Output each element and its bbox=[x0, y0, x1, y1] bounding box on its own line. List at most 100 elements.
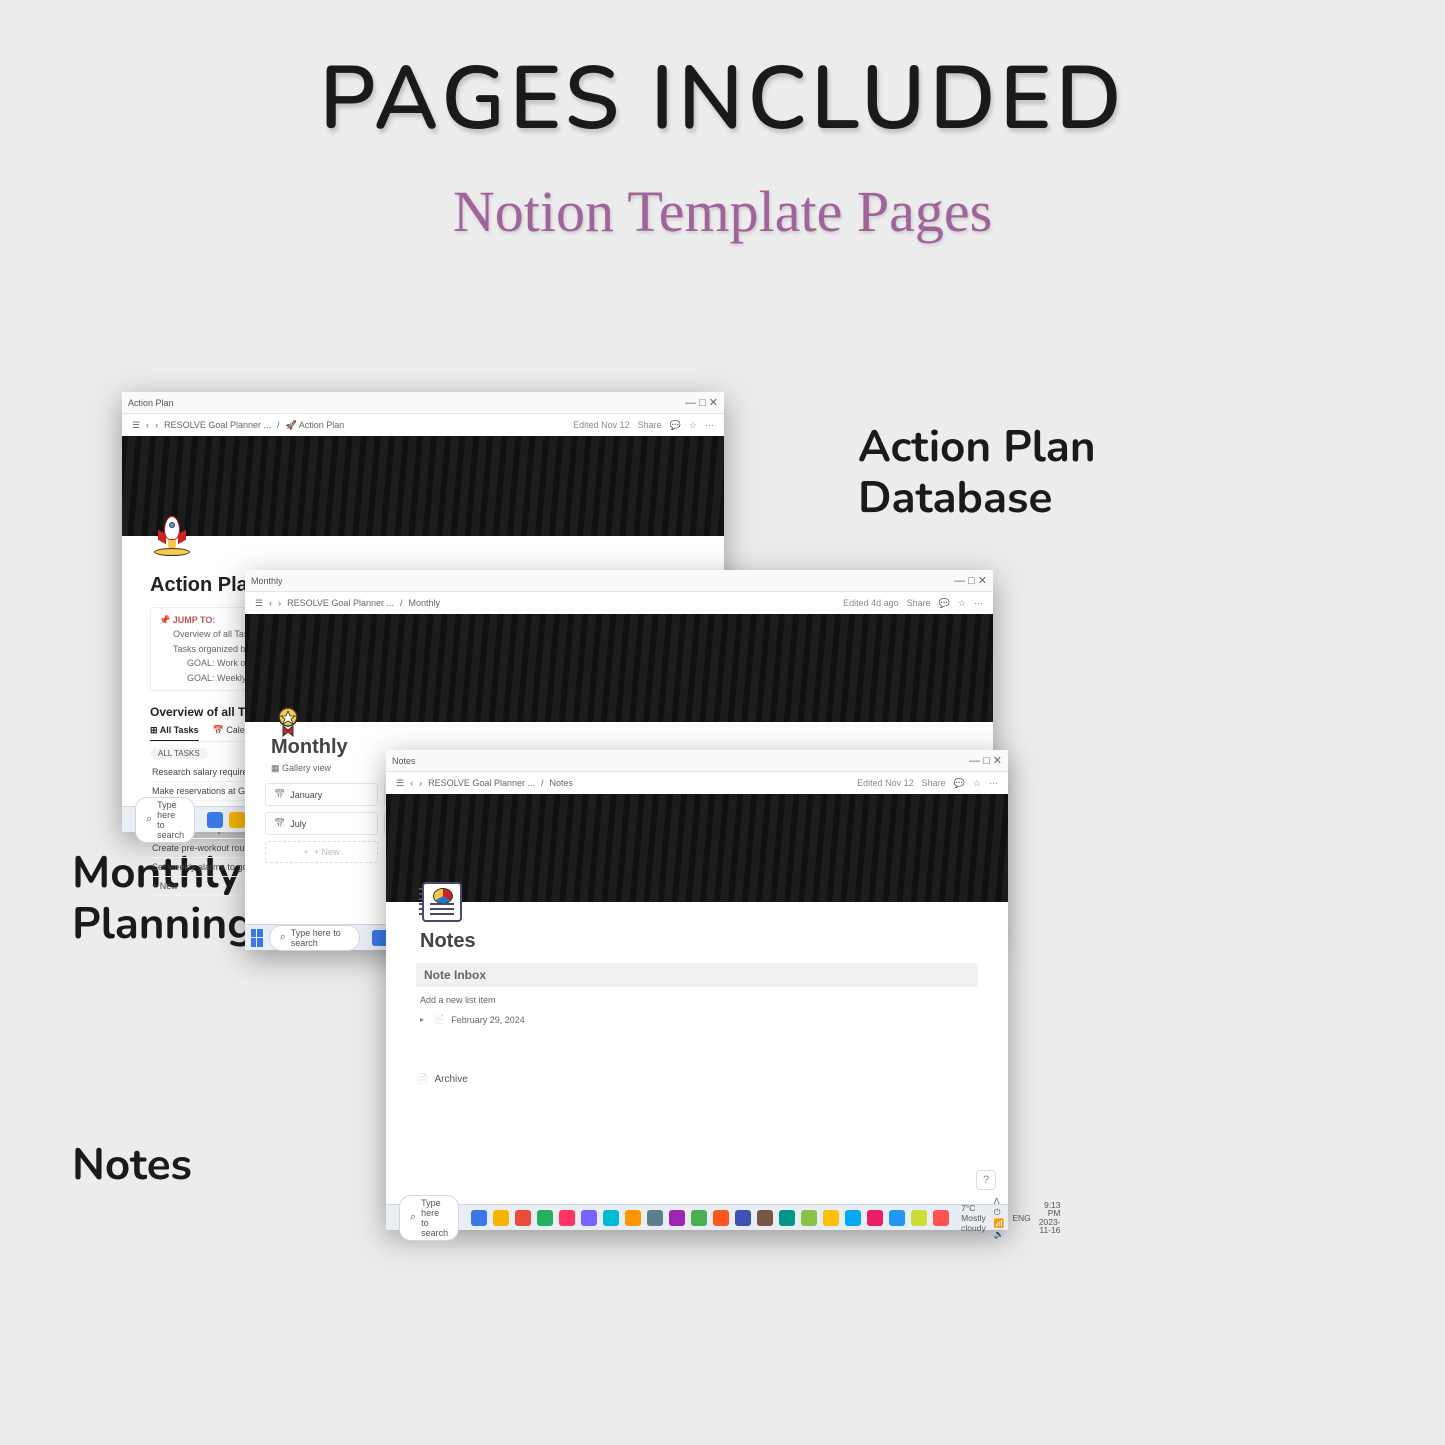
window-notes: Notes — □ ✕ ☰ ‹ › RESOLVE Goal Planner .… bbox=[386, 750, 1008, 1230]
taskbar-app-icon[interactable] bbox=[581, 1210, 597, 1226]
window-controls[interactable]: — □ ✕ bbox=[954, 574, 987, 587]
taskbar-app-icon[interactable] bbox=[493, 1210, 509, 1226]
page-icon-achievement[interactable] bbox=[271, 704, 305, 738]
archive-link[interactable]: Archive bbox=[416, 1074, 978, 1085]
tab-all-tasks[interactable]: ⊞ All Tasks bbox=[150, 725, 199, 741]
titlebar: Action Plan — □ ✕ bbox=[122, 392, 724, 414]
more-icon[interactable] bbox=[989, 778, 998, 789]
breadcrumb-root[interactable]: RESOLVE Goal Planner ... bbox=[164, 420, 271, 430]
taskbar-app-icon[interactable] bbox=[515, 1210, 531, 1226]
more-icon[interactable] bbox=[974, 598, 983, 609]
chat-icon[interactable]: 💬 bbox=[670, 420, 681, 431]
window-controls[interactable]: — □ ✕ bbox=[685, 396, 718, 409]
share-button[interactable]: Share bbox=[907, 598, 931, 608]
label-notes: Notes bbox=[72, 1140, 192, 1191]
taskbar-app-icon[interactable] bbox=[229, 812, 245, 828]
taskbar-app-icon[interactable] bbox=[647, 1210, 663, 1226]
breadcrumb-page[interactable]: 🚀 Action Plan bbox=[285, 420, 344, 431]
edited-label: Edited Nov 12 bbox=[857, 778, 914, 788]
scroll-top-button[interactable]: ? bbox=[976, 1170, 996, 1190]
start-button[interactable] bbox=[392, 1209, 393, 1227]
breadcrumb-page[interactable]: Monthly bbox=[408, 598, 440, 608]
taskbar-app-icon[interactable] bbox=[845, 1210, 861, 1226]
tab-title: Action Plan bbox=[128, 398, 685, 408]
start-button[interactable] bbox=[128, 811, 129, 829]
taskbar-app-icon[interactable] bbox=[757, 1210, 773, 1226]
taskbar-app-icon[interactable] bbox=[207, 812, 223, 828]
tray-icons[interactable]: ᐱ ⏻ 📶 🔊 bbox=[994, 1196, 1005, 1240]
taskbar-app-icon[interactable] bbox=[889, 1210, 905, 1226]
month-card[interactable]: January bbox=[265, 783, 378, 806]
nav-fwd-icon[interactable]: › bbox=[278, 598, 281, 608]
cover-image bbox=[122, 436, 724, 536]
star-icon[interactable] bbox=[958, 598, 966, 609]
taskbar-apps[interactable] bbox=[471, 1210, 949, 1226]
taskbar-app-icon[interactable] bbox=[735, 1210, 751, 1226]
breadcrumb-root[interactable]: RESOLVE Goal Planner ... bbox=[287, 598, 394, 608]
group-chip[interactable]: ALL TASKS bbox=[150, 748, 208, 759]
taskbar-app-icon[interactable] bbox=[911, 1210, 927, 1226]
taskbar-app-icon[interactable] bbox=[669, 1210, 685, 1226]
breadcrumb: ☰ ‹ › RESOLVE Goal Planner ... / Monthly… bbox=[245, 592, 993, 614]
breadcrumb-root[interactable]: RESOLVE Goal Planner ... bbox=[428, 778, 535, 788]
share-button[interactable]: Share bbox=[922, 778, 946, 788]
taskbar-app-icon[interactable] bbox=[471, 1210, 487, 1226]
add-month-card[interactable]: + New bbox=[265, 841, 378, 863]
taskbar-app-icon[interactable] bbox=[801, 1210, 817, 1226]
breadcrumb-page[interactable]: Notes bbox=[549, 778, 573, 788]
taskbar-app-icon[interactable] bbox=[537, 1210, 553, 1226]
taskbar-clock[interactable]: 9:13 PM2023-11-16 bbox=[1039, 1201, 1061, 1235]
taskbar-app-icon[interactable] bbox=[779, 1210, 795, 1226]
share-button[interactable]: Share bbox=[638, 420, 662, 430]
cover-image bbox=[245, 614, 993, 722]
nav-back-icon[interactable]: ‹ bbox=[146, 420, 149, 430]
star-icon[interactable] bbox=[689, 420, 697, 431]
tab-title: Monthly bbox=[251, 576, 954, 586]
ime-icon[interactable]: ENG bbox=[1012, 1213, 1030, 1223]
page-icon-rocket[interactable] bbox=[150, 514, 194, 558]
edited-label: Edited Nov 12 bbox=[573, 420, 630, 430]
sidebar-toggle-icon[interactable]: ☰ bbox=[132, 420, 140, 431]
breadcrumb: ☰ ‹ › RESOLVE Goal Planner ... / Notes E… bbox=[386, 772, 1008, 794]
taskbar-app-icon[interactable] bbox=[559, 1210, 575, 1226]
page-icon-notebook[interactable] bbox=[420, 880, 464, 924]
nav-back-icon[interactable]: ‹ bbox=[269, 598, 272, 608]
chat-icon[interactable]: 💬 bbox=[954, 778, 965, 789]
nav-fwd-icon[interactable]: › bbox=[155, 420, 158, 430]
nav-fwd-icon[interactable]: › bbox=[419, 778, 422, 788]
titlebar: Notes — □ ✕ bbox=[386, 750, 1008, 772]
main-title: PAGES INCLUDED bbox=[0, 40, 1445, 160]
taskbar-app-icon[interactable] bbox=[713, 1210, 729, 1226]
window-controls[interactable]: — □ ✕ bbox=[969, 754, 1002, 767]
taskbar: Type here to search 7°C Mostly cloudy ᐱ … bbox=[386, 1204, 1008, 1230]
taskbar-search[interactable]: Type here to search bbox=[135, 797, 195, 843]
taskbar-app-icon[interactable] bbox=[823, 1210, 839, 1226]
page-title: Notes bbox=[420, 930, 1008, 953]
taskbar-search[interactable]: Type here to search bbox=[399, 1195, 459, 1241]
taskbar-app-icon[interactable] bbox=[933, 1210, 949, 1226]
list-item[interactable]: February 29, 2024 bbox=[416, 1009, 978, 1030]
star-icon[interactable] bbox=[973, 778, 981, 789]
nav-back-icon[interactable]: ‹ bbox=[410, 778, 413, 788]
month-card[interactable]: July bbox=[265, 812, 378, 835]
taskbar-app-icon[interactable] bbox=[603, 1210, 619, 1226]
titlebar: Monthly — □ ✕ bbox=[245, 570, 993, 592]
taskbar-app-icon[interactable] bbox=[625, 1210, 641, 1226]
taskbar-search[interactable]: Type here to search bbox=[269, 925, 360, 951]
start-button[interactable] bbox=[251, 929, 263, 947]
edited-label: Edited 4d ago bbox=[843, 598, 899, 608]
chat-icon[interactable]: 💬 bbox=[939, 598, 950, 609]
sidebar-toggle-icon[interactable]: ☰ bbox=[255, 598, 263, 609]
label-action-plan: Action PlanDatabase bbox=[858, 422, 1096, 523]
more-icon[interactable] bbox=[705, 420, 714, 431]
breadcrumb: ☰ ‹ › RESOLVE Goal Planner ... / 🚀 Actio… bbox=[122, 414, 724, 436]
tab-title: Notes bbox=[392, 756, 969, 766]
taskbar-app-icon[interactable] bbox=[691, 1210, 707, 1226]
taskbar-app-icon[interactable] bbox=[867, 1210, 883, 1226]
view-gallery[interactable]: ▦ Gallery view bbox=[271, 763, 331, 774]
jump-label: JUMP TO: bbox=[173, 615, 216, 625]
sidebar-toggle-icon[interactable]: ☰ bbox=[396, 778, 404, 789]
note-inbox-heading: Note Inbox bbox=[416, 963, 978, 987]
add-list-item[interactable]: Add a new list item bbox=[416, 991, 978, 1009]
weather-widget[interactable]: 7°C Mostly cloudy bbox=[961, 1203, 986, 1233]
